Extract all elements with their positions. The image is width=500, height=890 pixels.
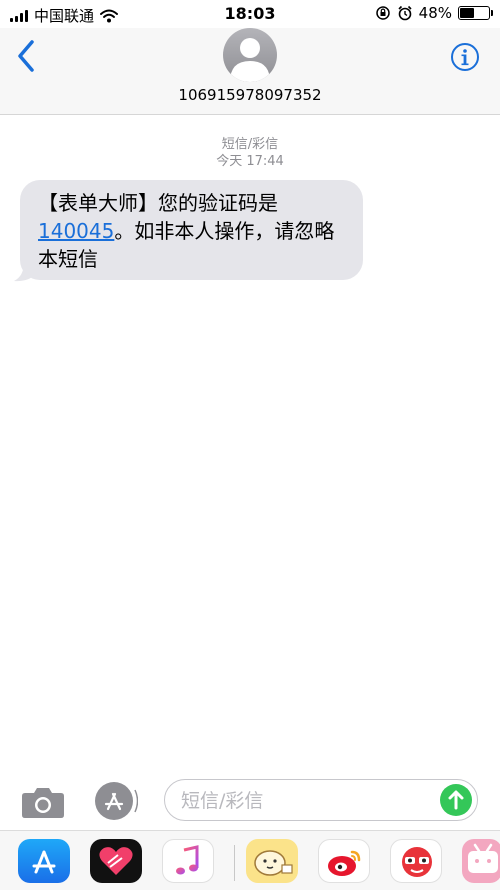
app-store-app[interactable] — [18, 839, 70, 883]
message-timestamp: 今天 17:44 — [216, 154, 284, 169]
app-store-icon[interactable] — [94, 781, 138, 821]
digital-touch-app[interactable] — [90, 839, 142, 883]
alarm-icon — [398, 5, 412, 21]
battery-percent: 48% — [418, 4, 452, 22]
weibo-icon — [328, 850, 361, 876]
weibo-app[interactable] — [318, 839, 370, 883]
message-text-part1: 【表单大师】您的验证码是 — [38, 191, 278, 215]
app-drawer — [0, 830, 500, 890]
heart-icon — [99, 847, 133, 875]
sticker-app[interactable] — [246, 839, 298, 883]
verification-code-link[interactable]: 140045 — [38, 219, 114, 243]
contact-avatar[interactable] — [223, 28, 277, 82]
bilibili-app[interactable] — [462, 839, 500, 883]
drawer-divider — [234, 845, 235, 881]
arrow-up-icon — [448, 790, 464, 810]
red-face-icon — [402, 847, 432, 877]
red-face-app[interactable] — [390, 839, 442, 883]
rotation-lock-icon — [375, 6, 390, 20]
message-input-wrapper — [164, 779, 478, 822]
send-button[interactable] — [440, 784, 472, 816]
sticker-face-icon — [254, 850, 293, 876]
person-icon — [230, 38, 270, 82]
battery-fill — [460, 8, 475, 18]
music-app[interactable] — [162, 839, 214, 883]
status-right: 48% — [375, 4, 493, 22]
sender-number[interactable]: 106915978097352 — [0, 86, 500, 104]
battery-icon — [458, 6, 493, 20]
info-circle-icon[interactable] — [450, 42, 480, 72]
bilibili-icon — [468, 843, 498, 873]
message-bubble[interactable]: 【表单大师】您的验证码是140045。如非本人操作，请忽略本短信 — [20, 180, 363, 280]
conversation-header: 106915978097352 — [0, 28, 500, 115]
music-note-icon — [176, 845, 199, 875]
message-input[interactable] — [179, 780, 433, 822]
status-bar: 中国联通 18:03 48% — [0, 0, 500, 28]
app-store-glyph-icon — [32, 850, 56, 874]
chevron-left-icon[interactable] — [14, 38, 40, 74]
camera-icon[interactable] — [21, 785, 65, 819]
